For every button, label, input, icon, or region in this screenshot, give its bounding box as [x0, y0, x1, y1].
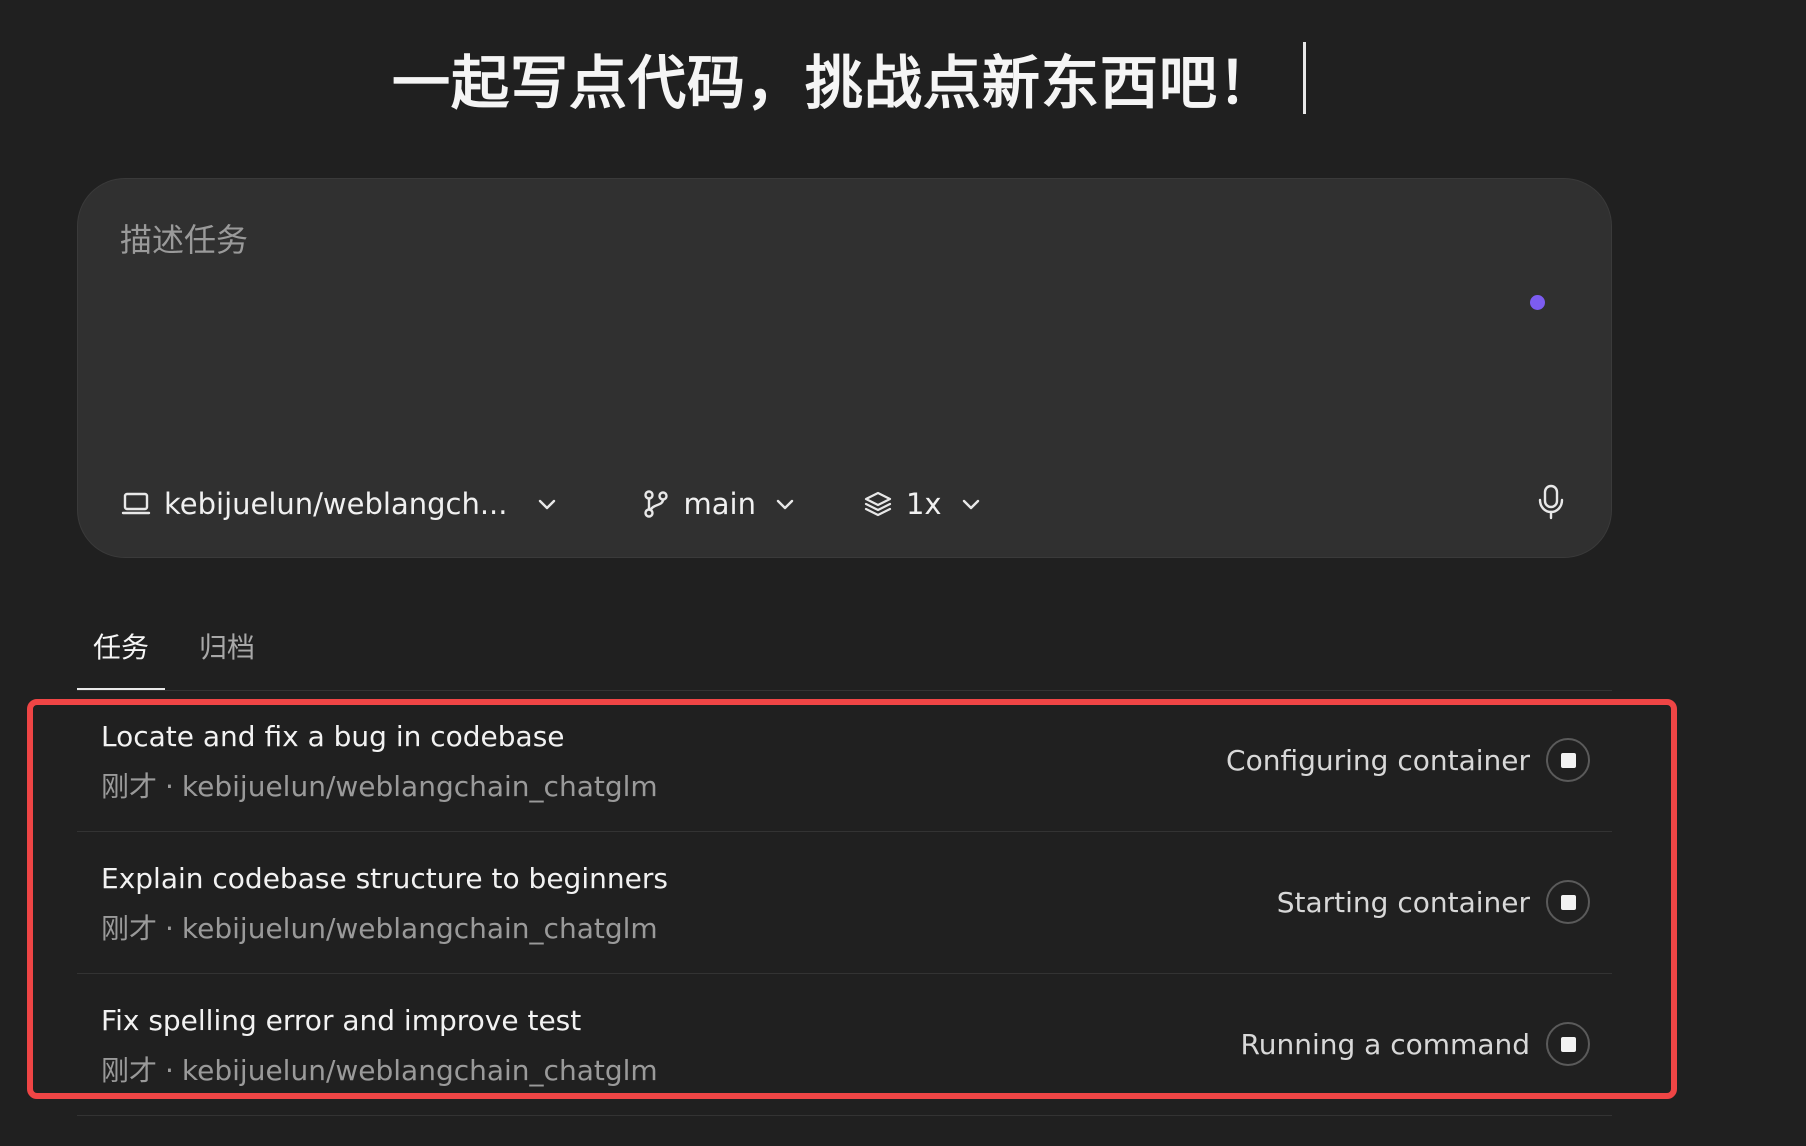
git-branch-icon: [640, 488, 672, 520]
branch-picker[interactable]: main: [640, 487, 798, 521]
stop-task-button[interactable]: [1546, 1022, 1590, 1066]
task-composer[interactable]: 描述任务 kebijuelun/weblangch... main 1x: [77, 178, 1612, 558]
stop-icon: [1560, 894, 1576, 910]
task-row[interactable]: Explain codebase structure to beginners …: [77, 832, 1612, 974]
laptop-icon: [120, 488, 152, 520]
task-list: Locate and fix a bug in codebase 刚才 · kebi…: [77, 690, 1612, 1116]
task-title: Locate and fix a bug in codebase: [101, 720, 565, 753]
meta-separator: ·: [165, 1054, 174, 1087]
status-dot: [1530, 295, 1545, 310]
task-time: 刚才: [101, 1054, 158, 1087]
stop-task-button[interactable]: [1546, 880, 1590, 924]
task-meta: 刚才 · kebijuelun/weblangchain_chatglm: [101, 907, 658, 947]
task-title: Fix spelling error and improve test: [101, 1004, 582, 1037]
microphone-button[interactable]: [1531, 484, 1571, 524]
task-tabs: 任务 归档: [77, 618, 1612, 691]
versions-picker-label: 1x: [905, 487, 942, 521]
task-input-placeholder[interactable]: 描述任务: [120, 215, 248, 261]
meta-separator: ·: [165, 770, 174, 803]
task-row[interactable]: Locate and fix a bug in codebase 刚才 · kebi…: [77, 690, 1612, 832]
task-status: Starting container: [1276, 885, 1530, 919]
page: 一起写点代码，挑战点新东西吧！ 描述任务 kebijuelun/weblangc…: [0, 0, 1806, 1146]
task-status: Configuring container: [1226, 743, 1530, 777]
hero-title-text: 一起写点代码，挑战点新东西吧！: [392, 49, 1278, 117]
task-title: Explain codebase structure to beginners: [101, 862, 668, 895]
composer-toolbar: kebijuelun/weblangch... main 1x: [120, 479, 1571, 529]
task-time: 刚才: [101, 770, 158, 803]
stop-icon: [1560, 752, 1576, 768]
task-repo: kebijuelun/weblangchain_chatglm: [181, 1054, 658, 1087]
tab-archive[interactable]: 归档: [183, 618, 271, 690]
hero-title: 一起写点代码，挑战点新东西吧！: [392, 38, 1307, 118]
chevron-down-icon: [534, 491, 560, 517]
task-meta: 刚才 · kebijuelun/weblangchain_chatglm: [101, 765, 658, 805]
task-status-area: Starting container: [1277, 880, 1590, 924]
tab-tasks[interactable]: 任务: [77, 618, 166, 690]
chevron-down-icon: [958, 491, 984, 517]
task-meta: 刚才 · kebijuelun/weblangchain_chatglm: [101, 1049, 658, 1089]
meta-separator: ·: [165, 912, 174, 945]
chevron-down-icon: [772, 491, 798, 517]
repo-picker-label: kebijuelun/weblangch...: [164, 487, 508, 521]
task-status-area: Configuring container: [1226, 738, 1590, 782]
text-cursor: [1303, 42, 1307, 114]
task-status: Running a command: [1240, 1027, 1530, 1061]
task-row[interactable]: Fix spelling error and improve test 刚才 · k…: [77, 974, 1612, 1116]
task-time: 刚才: [101, 912, 158, 945]
task-repo: kebijuelun/weblangchain_chatglm: [181, 912, 658, 945]
task-repo: kebijuelun/weblangchain_chatglm: [181, 770, 658, 803]
microphone-icon: [1536, 483, 1566, 525]
repo-picker[interactable]: kebijuelun/weblangch...: [120, 487, 560, 521]
task-status-area: Running a command: [1241, 1022, 1590, 1066]
stop-icon: [1560, 1036, 1576, 1052]
branch-picker-label: main: [683, 487, 756, 521]
layers-icon: [862, 488, 894, 520]
stop-task-button[interactable]: [1546, 738, 1590, 782]
versions-picker[interactable]: 1x: [862, 487, 984, 521]
